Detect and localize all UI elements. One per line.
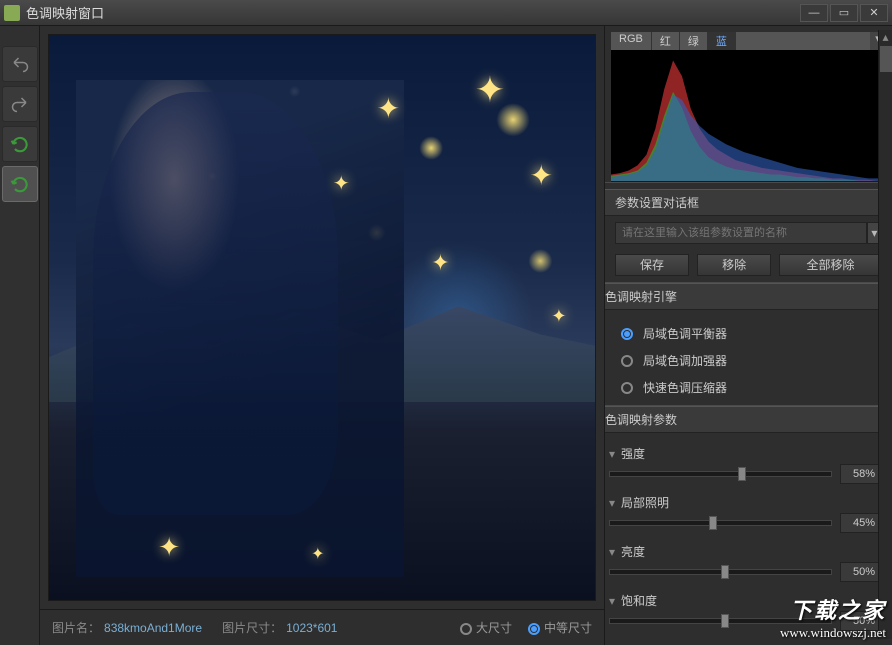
engine-option-1[interactable]: 局域色调加强器 <box>605 347 892 374</box>
hist-tab-red[interactable]: 红 <box>652 32 680 50</box>
param-label: 强度 <box>621 445 645 462</box>
undo-icon <box>11 55 29 73</box>
param-slider[interactable] <box>609 471 832 477</box>
preset-name-input[interactable] <box>615 222 867 244</box>
app-icon <box>4 5 20 21</box>
auto-apply-button[interactable] <box>2 166 38 202</box>
redo-icon <box>11 95 29 113</box>
chevron-down-icon: ▾ <box>609 496 621 510</box>
engine-option-label: 局域色调平衡器 <box>643 325 727 342</box>
image-preview[interactable]: ✦ ✦ ✦ ✦ ✦ ✦ ✦ ✦ <box>48 34 596 601</box>
hist-tab-blue[interactable]: 蓝 <box>708 32 736 50</box>
slider-thumb[interactable] <box>721 614 729 628</box>
window-title: 色调映射窗口 <box>26 3 798 22</box>
radio-icon <box>621 382 633 394</box>
image-name-label: 图片名： <box>52 621 100 635</box>
undo-button[interactable] <box>2 46 38 82</box>
right-panel: RGB 红 绿 蓝 ▾ 参数设置对话框 ▾ <box>604 26 892 645</box>
center-panel: ✦ ✦ ✦ ✦ ✦ ✦ ✦ ✦ 图片名： 838kmoAnd1More 图片尺寸：… <box>40 26 604 645</box>
radio-icon <box>528 623 540 635</box>
refresh-icon <box>10 134 30 154</box>
engine-section: 色调映射引擎 局域色调平衡器局域色调加强器快速色调压缩器 <box>605 282 892 405</box>
apply-button[interactable] <box>2 126 38 162</box>
hist-tab-rgb[interactable]: RGB <box>611 32 652 50</box>
hist-tab-green[interactable]: 绿 <box>680 32 708 50</box>
histogram-canvas <box>611 50 886 181</box>
close-button[interactable]: ✕ <box>860 4 888 22</box>
slider-thumb[interactable] <box>709 516 717 530</box>
status-bar: 图片名： 838kmoAnd1More 图片尺寸： 1023*601 大尺寸 中等尺… <box>40 609 604 645</box>
maximize-button[interactable]: ▭ <box>830 4 858 22</box>
image-name-value: 838kmoAnd1More <box>104 621 202 635</box>
param-row-2: ▾亮度50% <box>605 537 892 586</box>
radio-icon <box>460 623 472 635</box>
watermark-title: 下载之家 <box>780 593 886 625</box>
histogram: RGB 红 绿 蓝 ▾ <box>611 32 886 182</box>
scroll-up-icon: ▴ <box>879 30 892 44</box>
image-name: 图片名： 838kmoAnd1More <box>52 619 202 636</box>
chevron-down-icon: ▾ <box>871 226 877 240</box>
params-header: 色调映射参数 <box>605 406 892 433</box>
image-size-value: 1023*601 <box>286 621 337 635</box>
param-slider[interactable] <box>609 520 832 526</box>
engine-option-label: 局域色调加强器 <box>643 352 727 369</box>
scrollbar-thumb[interactable] <box>880 46 892 72</box>
param-row-1: ▾局部照明45% <box>605 488 892 537</box>
size-large-label: 大尺寸 <box>476 621 512 635</box>
right-scrollbar[interactable]: ▴ <box>878 30 892 639</box>
param-label: 饱和度 <box>621 592 657 609</box>
size-radio-medium[interactable]: 中等尺寸 <box>528 619 592 636</box>
watermark: 下载之家 www.windowszj.net <box>780 593 886 641</box>
chevron-down-icon: ▾ <box>609 594 621 608</box>
param-label: 局部照明 <box>621 494 669 511</box>
slider-thumb[interactable] <box>738 467 746 481</box>
preset-header: 参数设置对话框 <box>605 189 892 216</box>
titlebar: 色调映射窗口 — ▭ ✕ <box>0 0 892 26</box>
param-label: 亮度 <box>621 543 645 560</box>
minimize-button[interactable]: — <box>800 4 828 22</box>
image-size: 图片尺寸： 1023*601 <box>222 619 337 636</box>
chevron-down-icon: ▾ <box>609 447 621 461</box>
redo-button[interactable] <box>2 86 38 122</box>
remove-all-button[interactable]: 全部移除 <box>779 254 882 276</box>
remove-button[interactable]: 移除 <box>697 254 771 276</box>
engine-header: 色调映射引擎 <box>604 283 892 310</box>
image-size-label: 图片尺寸： <box>222 621 282 635</box>
save-button[interactable]: 保存 <box>615 254 689 276</box>
param-row-0: ▾强度58% <box>605 439 892 488</box>
left-toolbar <box>0 26 40 645</box>
engine-option-2[interactable]: 快速色调压缩器 <box>605 374 892 401</box>
engine-option-label: 快速色调压缩器 <box>643 379 727 396</box>
watermark-url: www.windowszj.net <box>780 625 886 641</box>
size-medium-label: 中等尺寸 <box>544 621 592 635</box>
chevron-down-icon: ▾ <box>609 545 621 559</box>
param-slider[interactable] <box>609 569 832 575</box>
preset-section: 参数设置对话框 ▾ 保存 移除 全部移除 <box>605 182 892 282</box>
radio-icon <box>621 355 633 367</box>
slider-thumb[interactable] <box>721 565 729 579</box>
engine-option-0[interactable]: 局域色调平衡器 <box>605 320 892 347</box>
radio-icon <box>621 328 633 340</box>
histogram-tabs: RGB 红 绿 蓝 ▾ <box>611 32 886 50</box>
size-radio-large[interactable]: 大尺寸 <box>460 619 512 636</box>
refresh-auto-icon <box>10 174 30 194</box>
